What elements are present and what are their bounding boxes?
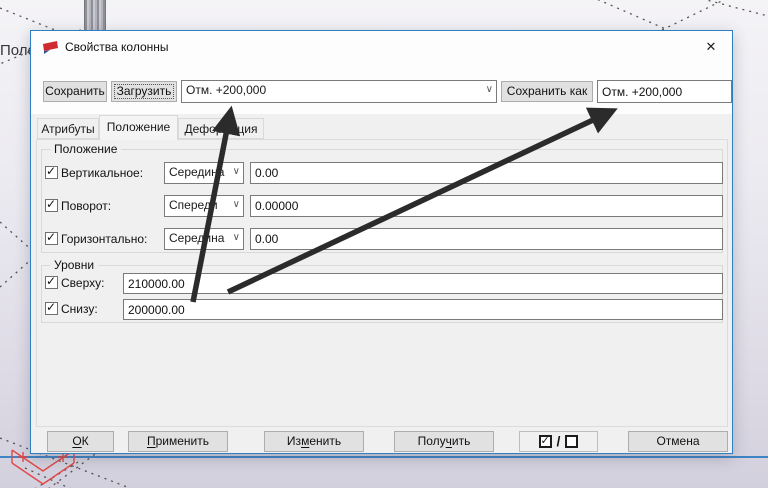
check-icon: ✓ bbox=[46, 274, 57, 288]
tab-attributes[interactable]: Атрибуты bbox=[37, 118, 99, 139]
horizontal-position-value: Середина bbox=[169, 231, 225, 245]
load-button[interactable]: Загрузить bbox=[111, 81, 177, 102]
chevron-down-icon: ∨ bbox=[232, 166, 240, 177]
rotation-position-select[interactable]: Спереди ∨ bbox=[164, 195, 244, 217]
get-label: Полу bbox=[417, 434, 446, 448]
rotation-position-value: Спереди bbox=[169, 198, 218, 212]
vertical-checkbox[interactable]: ✓ bbox=[45, 164, 58, 179]
level-bottom-input[interactable] bbox=[123, 299, 723, 320]
level-top-label: Сверху: bbox=[61, 276, 105, 290]
save-as-button[interactable]: Сохранить как bbox=[501, 81, 593, 102]
chevron-down-icon: ∨ bbox=[485, 84, 493, 95]
position-group-title: Положение bbox=[50, 142, 122, 156]
ok-button[interactable]: ОК bbox=[47, 431, 114, 452]
horizontal-checkbox[interactable]: ✓ bbox=[45, 230, 58, 245]
cancel-button[interactable]: Отмена bbox=[628, 431, 728, 452]
modify-label: Из bbox=[286, 434, 302, 448]
close-icon[interactable]: ✕ bbox=[695, 35, 727, 59]
vertical-offset-input[interactable] bbox=[250, 162, 723, 184]
chevron-down-icon: ∨ bbox=[232, 232, 240, 243]
tekla-app-icon bbox=[43, 41, 58, 54]
dialog-title: Свойства колонны bbox=[65, 40, 169, 54]
toggle-all-checkboxes-button[interactable]: ✓ / bbox=[519, 431, 598, 452]
save-button[interactable]: Сохранить bbox=[43, 81, 107, 102]
rotation-offset-input[interactable] bbox=[250, 195, 723, 217]
rotation-checkbox[interactable]: ✓ bbox=[45, 197, 58, 212]
save-as-name-input[interactable] bbox=[597, 80, 732, 103]
horizontal-label: Горизонтально: bbox=[61, 232, 148, 246]
column-properties-dialog: Свойства колонны ✕ Сохранить Загрузить О… bbox=[30, 30, 733, 454]
model-column-part[interactable] bbox=[84, 0, 106, 34]
modify-button[interactable]: Изменить bbox=[264, 431, 364, 452]
red-wireframe-part[interactable] bbox=[11, 449, 75, 485]
vertical-position-value: Середина bbox=[169, 165, 225, 179]
vertical-position-select[interactable]: Середина ∨ bbox=[164, 162, 244, 184]
profile-select-value: Отм. +200,000 bbox=[186, 83, 267, 97]
get-button[interactable]: Получить bbox=[394, 431, 494, 452]
horizontal-position-select[interactable]: Середина ∨ bbox=[164, 228, 244, 250]
level-top-checkbox[interactable]: ✓ bbox=[45, 274, 58, 289]
check-icon: ✓ bbox=[46, 164, 57, 178]
tab-position[interactable]: Положение bbox=[99, 115, 178, 140]
unchecked-box-icon bbox=[565, 435, 579, 448]
levels-group-title: Уровни bbox=[50, 258, 99, 272]
rotation-label: Поворот: bbox=[61, 199, 112, 213]
check-icon: ✓ bbox=[46, 300, 57, 314]
check-icon: ✓ bbox=[46, 197, 57, 211]
vertical-label: Вертикальное: bbox=[61, 166, 144, 180]
profile-select[interactable]: Отм. +200,000 ∨ bbox=[181, 80, 497, 103]
toggle-slash: / bbox=[556, 433, 561, 449]
checked-box-icon: ✓ bbox=[538, 435, 552, 448]
model-view-text-label: Поле bbox=[0, 42, 33, 59]
chevron-down-icon: ∨ bbox=[232, 199, 240, 210]
tekla-model-view: { "colors": { "window_border": "#2e7fc2"… bbox=[0, 0, 768, 488]
check-icon: ✓ bbox=[46, 230, 57, 244]
tab-deformation[interactable]: Деформация bbox=[178, 118, 264, 139]
level-top-input[interactable] bbox=[123, 273, 723, 294]
apply-button[interactable]: Применить bbox=[128, 431, 228, 452]
level-bottom-label: Снизу: bbox=[61, 302, 98, 316]
horizontal-offset-input[interactable] bbox=[250, 228, 723, 250]
level-bottom-checkbox[interactable]: ✓ bbox=[45, 300, 58, 315]
